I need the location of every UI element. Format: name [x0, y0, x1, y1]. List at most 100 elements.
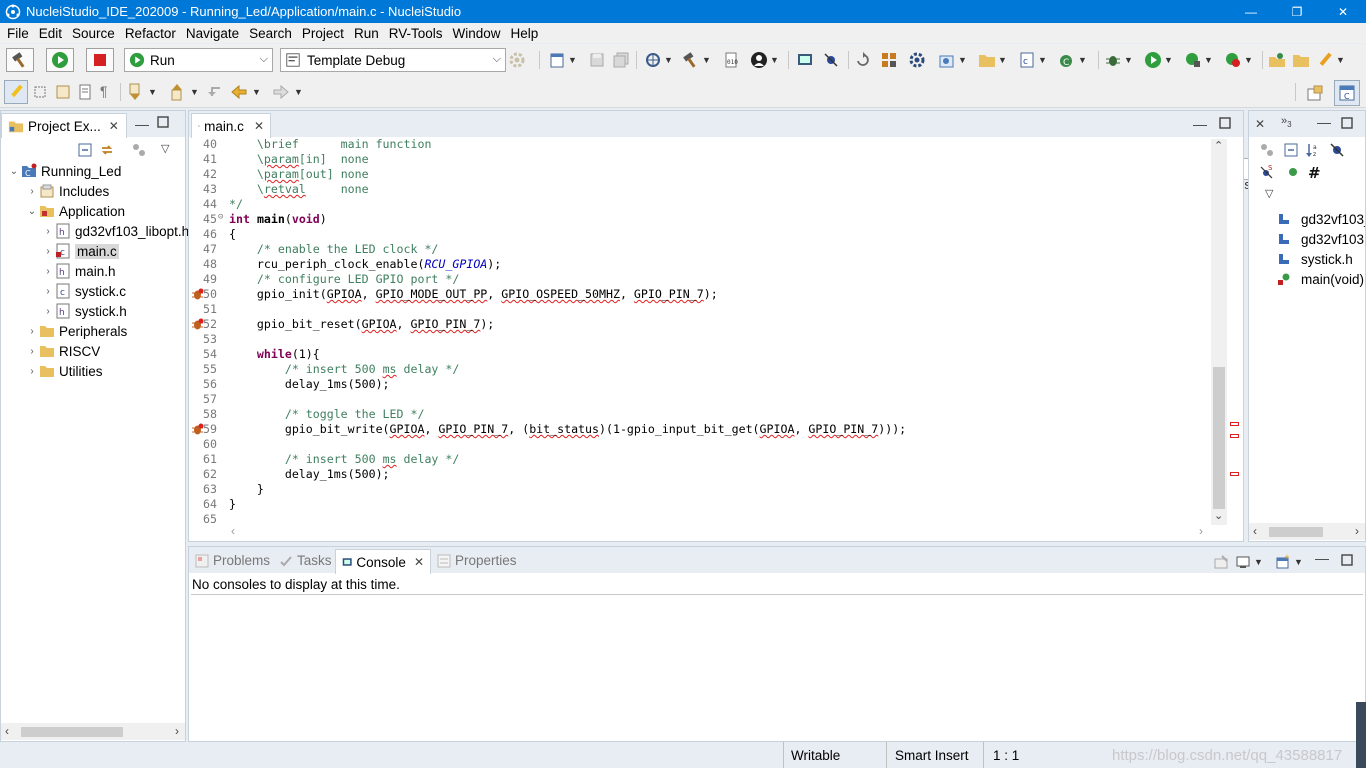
collapsed-icon[interactable]: › [25, 326, 39, 337]
skip-breakpoints-button[interactable] [822, 51, 840, 69]
tree-item-main-h[interactable]: › h main.h [41, 261, 116, 281]
next-annotation-button[interactable]: ▼ [126, 83, 157, 101]
launch-stop-button[interactable] [86, 48, 114, 72]
build-button[interactable] [6, 48, 34, 72]
tab-console[interactable]: Console ✕ [335, 549, 431, 574]
editor-horizontal-scrollbar[interactable]: ‹ › [227, 524, 1211, 540]
open-folder-button[interactable] [1292, 51, 1310, 69]
tree-item-peripherals[interactable]: › Peripherals [25, 321, 127, 341]
hide-macros-button[interactable]: # [1307, 164, 1323, 180]
reset-button[interactable] [854, 51, 872, 69]
scroll-left-icon[interactable]: ‹ [1253, 524, 1257, 538]
close-icon[interactable]: ✕ [254, 119, 264, 133]
sort-button[interactable]: az [1305, 142, 1321, 158]
collapsed-icon[interactable]: › [25, 346, 39, 357]
hide-non-public-button[interactable] [1285, 164, 1301, 180]
maximize-button[interactable]: ❐ [1274, 0, 1320, 23]
new-project-button[interactable]: ▼ [938, 51, 967, 69]
maximize-view-button[interactable] [157, 116, 169, 128]
outline-item-function[interactable]: main(void) : int [1277, 269, 1365, 289]
close-icon[interactable]: ✕ [414, 555, 424, 569]
tree-item-running-led[interactable]: ⌄ C Running_Led [7, 161, 121, 181]
menu-project[interactable]: Project [297, 26, 349, 41]
launch-mode-combo[interactable]: Run ⌵ [124, 48, 273, 72]
menu-window[interactable]: Window [448, 26, 506, 41]
menu-help[interactable]: Help [506, 26, 544, 41]
collapsed-icon[interactable]: › [25, 366, 39, 377]
maximize-view-button[interactable] [1219, 117, 1231, 129]
menu-rv-tools[interactable]: RV-Tools [384, 26, 448, 41]
overview-error-marker[interactable] [1230, 422, 1239, 426]
last-edit-location-button[interactable] [206, 83, 224, 101]
c-cpp-perspective-button[interactable]: C [1334, 80, 1360, 106]
collapsed-icon[interactable]: › [41, 246, 55, 257]
launch-run-button[interactable] [46, 48, 74, 72]
tab-project-explorer[interactable]: Project Ex... ✕ [1, 113, 127, 138]
scrollbar-thumb[interactable] [1213, 367, 1225, 509]
collapsed-icon[interactable]: › [41, 266, 55, 277]
menu-refactor[interactable]: Refactor [120, 26, 181, 41]
debug-person-button[interactable]: ▼ [750, 51, 779, 69]
launch-config-combo[interactable]: Template Debug ⌵ [280, 48, 506, 72]
tab-properties[interactable]: Properties [437, 553, 517, 568]
back-button[interactable]: ▼ [230, 83, 261, 101]
minimize-view-button[interactable]: — [135, 116, 149, 132]
scrollbar-thumb[interactable] [1269, 527, 1323, 537]
filters-button[interactable] [131, 142, 147, 158]
scroll-right-icon[interactable]: › [1199, 524, 1203, 538]
scroll-left-icon[interactable]: ‹ [5, 724, 9, 738]
tree-item-includes[interactable]: › Includes [25, 181, 109, 201]
tree-item-gd32vf103-libopt-h[interactable]: › h gd32vf103_libopt.h [41, 221, 189, 241]
view-menu-button[interactable]: ▽ [1265, 187, 1273, 200]
launch-config-settings-button[interactable] [508, 51, 526, 69]
display-console-button[interactable]: ▼ [1235, 554, 1263, 570]
tree-item-main-c[interactable]: › c main.c [41, 241, 119, 261]
outline-item-include[interactable]: gd32vf103.h [1277, 229, 1365, 249]
more-views-button[interactable]: »3 [1281, 115, 1292, 129]
run-button[interactable]: ▼ [1144, 51, 1173, 69]
collapsed-icon[interactable]: › [41, 306, 55, 317]
forward-button[interactable]: ▼ [272, 83, 303, 101]
open-type-button[interactable] [1268, 51, 1286, 69]
tools-button[interactable]: ▼ [1316, 51, 1345, 69]
new-source-button[interactable]: c ▼ [1018, 51, 1047, 69]
collapsed-icon[interactable]: › [25, 186, 39, 197]
menu-search[interactable]: Search [244, 26, 297, 41]
minimize-view-button[interactable]: — [1317, 114, 1331, 130]
menu-source[interactable]: Source [67, 26, 120, 41]
word-wrap-button[interactable] [54, 83, 72, 101]
minimize-view-button[interactable]: — [1315, 550, 1329, 566]
expanded-icon[interactable]: ⌄ [25, 206, 39, 217]
tab-main-c[interactable]: c main.c ✕ [191, 113, 271, 138]
debug-button[interactable]: ▼ [1104, 51, 1133, 69]
hide-static-button[interactable]: S [1259, 164, 1275, 180]
collapse-all-button[interactable] [77, 142, 93, 158]
view-menu-button[interactable]: ▽ [161, 142, 169, 155]
coverage-button[interactable]: ▼ [1224, 51, 1253, 69]
show-source-button[interactable] [76, 83, 94, 101]
horizontal-scrollbar[interactable]: ‹ › [1, 723, 185, 740]
scroll-down-icon[interactable]: ⌄ [1214, 509, 1223, 522]
expanded-icon[interactable]: ⌄ [7, 166, 21, 177]
open-console-button[interactable]: + ▼ [1275, 554, 1303, 570]
open-perspective-button[interactable] [1304, 82, 1326, 104]
scroll-right-icon[interactable]: › [175, 724, 179, 738]
hide-fields-button[interactable] [1329, 142, 1345, 158]
build-configuration-button[interactable]: ▼ [682, 51, 711, 69]
fold-collapse-icon[interactable]: ⊝ [218, 212, 223, 222]
editor-vertical-scrollbar[interactable]: ⌃ ⌄ [1211, 139, 1227, 525]
maximize-view-button[interactable] [1341, 117, 1353, 129]
tree-item-utilities[interactable]: › Utilities [25, 361, 102, 381]
scroll-left-icon[interactable]: ‹ [231, 524, 235, 538]
show-whitespace-button[interactable]: ¶ [100, 83, 108, 99]
save-all-button[interactable] [612, 51, 630, 69]
target-button[interactable]: ▼ [644, 51, 673, 69]
maximize-view-button[interactable] [1341, 554, 1353, 566]
close-icon[interactable]: ✕ [1255, 117, 1265, 131]
code-editor[interactable]: 40 \brief main function 41 \param[in] no… [190, 137, 1210, 525]
mark-occurrences-button[interactable] [4, 80, 28, 104]
scrollbar-thumb[interactable] [21, 727, 123, 737]
menu-run[interactable]: Run [349, 26, 384, 41]
tree-item-systick-c[interactable]: › c systick.c [41, 281, 126, 301]
previous-annotation-button[interactable]: ▼ [168, 83, 199, 101]
